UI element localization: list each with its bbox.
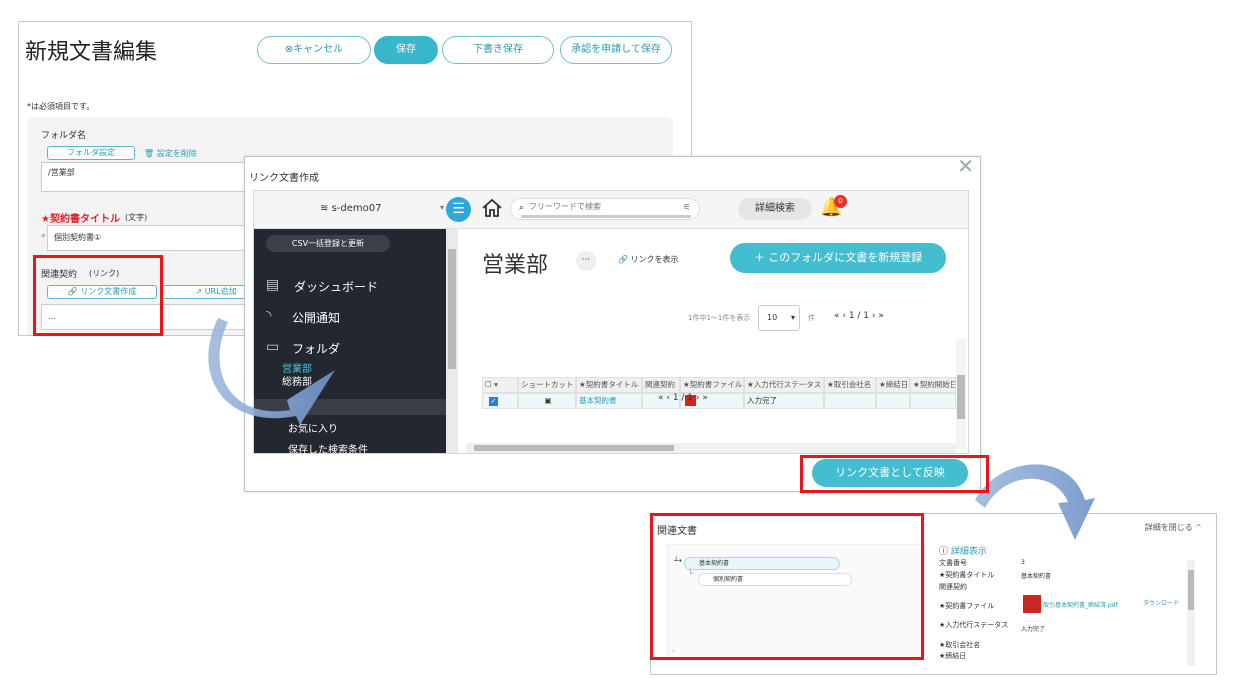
flow-arrows [208, 318, 1095, 540]
arrow-to-dialog [208, 318, 335, 425]
highlight-reflect-button [800, 455, 989, 493]
highlight-related-field [33, 255, 163, 336]
highlight-related-tree [650, 513, 924, 660]
arrow-to-related [975, 464, 1095, 540]
